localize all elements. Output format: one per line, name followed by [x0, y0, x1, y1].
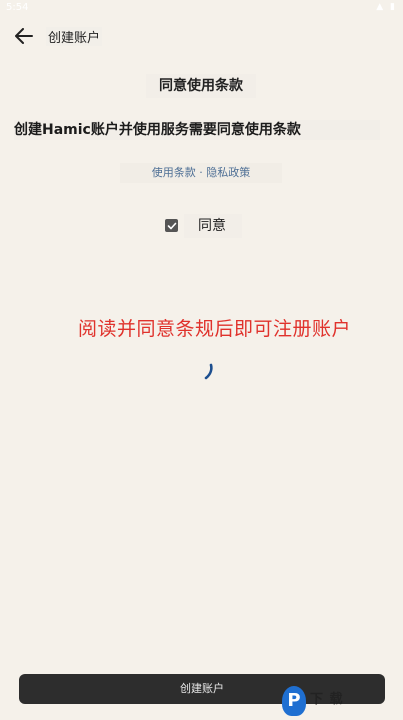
- status-bar: 5:54 ▲ ▮: [0, 0, 403, 16]
- page-title: 创建账户: [46, 27, 103, 46]
- status-icons: ▲ ▮: [376, 2, 397, 12]
- terms-statement: 创建Hamic账户并使用服务需要同意使用条款: [14, 120, 380, 140]
- battery-icon: ▮: [390, 2, 397, 12]
- back-button[interactable]: [10, 22, 38, 50]
- app-bar: 创建账户: [0, 18, 403, 52]
- terms-privacy-link[interactable]: 使用条款 · 隐私政策: [120, 163, 282, 183]
- section-title: 同意使用条款: [146, 74, 256, 98]
- watermark-text: 下 载: [310, 692, 344, 707]
- annotation-text: 阅读并同意条规后即可注册账户: [78, 318, 352, 340]
- signal-icon: ▲: [376, 2, 386, 12]
- agree-label: 同意: [184, 214, 242, 238]
- watermark-badge: P: [282, 686, 306, 716]
- agree-checkbox[interactable]: [165, 219, 178, 232]
- status-time: 5:54: [6, 2, 29, 13]
- loading-spinner-icon: [204, 363, 213, 380]
- check-icon: [167, 222, 176, 229]
- arrow-left-icon: [15, 28, 33, 44]
- watermark-logo: P 下 载: [280, 684, 403, 720]
